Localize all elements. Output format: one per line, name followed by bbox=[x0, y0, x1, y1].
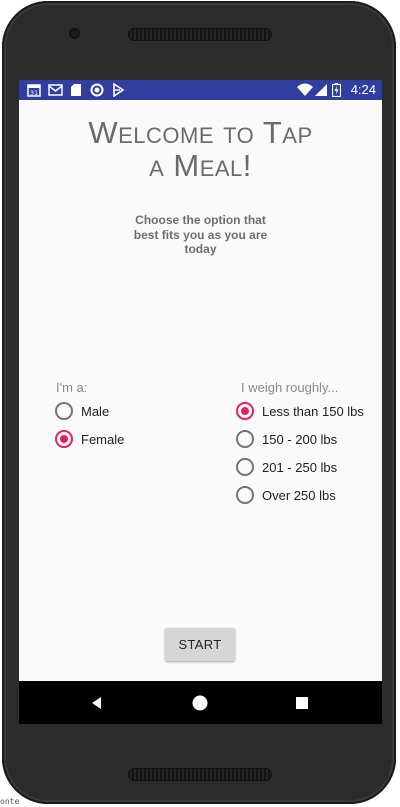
front-camera bbox=[69, 28, 80, 39]
background-text-fragment: onte bbox=[0, 797, 20, 806]
signal-icon bbox=[315, 84, 327, 96]
wifi-icon bbox=[297, 83, 313, 96]
weight-option-over-250[interactable]: Over 250 lbs bbox=[236, 484, 336, 506]
gender-option-label: Female bbox=[81, 431, 125, 447]
radio-button-201-250[interactable] bbox=[236, 458, 254, 476]
phone-frame: 31 4:24 Welcome to Tap a Meal! Choose th… bbox=[2, 1, 396, 804]
gmail-icon bbox=[48, 84, 63, 96]
play-store-icon bbox=[113, 83, 125, 97]
instruction-text: Choose the option that best fits you as … bbox=[133, 213, 268, 256]
calendar-day: 31 bbox=[30, 89, 38, 97]
weight-option-label: Less than 150 lbs bbox=[262, 403, 364, 419]
home-icon[interactable] bbox=[190, 693, 210, 713]
back-icon[interactable] bbox=[87, 693, 107, 713]
weight-option-150-200[interactable]: 150 - 200 lbs bbox=[236, 428, 337, 450]
weight-option-label: 201 - 250 lbs bbox=[262, 459, 338, 475]
start-button[interactable]: START bbox=[165, 628, 235, 661]
weight-option-label: 150 - 200 lbs bbox=[262, 431, 338, 447]
calendar-icon: 31 bbox=[27, 84, 41, 97]
page-title: Welcome to Tap a Meal! bbox=[19, 116, 382, 182]
radio-button-over-250[interactable] bbox=[236, 486, 254, 504]
weight-option-under-150[interactable]: Less than 150 lbs bbox=[236, 400, 364, 422]
gender-option-female[interactable]: Female bbox=[55, 428, 124, 450]
status-time: 4:24 bbox=[350, 82, 376, 97]
sync-circle-icon bbox=[90, 83, 104, 97]
gender-option-label: Male bbox=[81, 403, 110, 419]
status-bar: 31 4:24 bbox=[19, 80, 382, 100]
device-screen: 31 4:24 Welcome to Tap a Meal! Choose th… bbox=[19, 80, 382, 724]
battery-charging-icon bbox=[332, 83, 341, 97]
radio-button-male[interactable] bbox=[55, 402, 73, 420]
radio-button-150-200[interactable] bbox=[236, 430, 254, 448]
navigation-bar bbox=[19, 681, 382, 724]
weight-option-label: Over 250 lbs bbox=[262, 487, 336, 503]
radio-button-under-150[interactable] bbox=[236, 402, 254, 420]
title-line-2: a Meal! bbox=[149, 148, 252, 183]
gender-label: I'm a: bbox=[56, 380, 88, 395]
sd-card-icon bbox=[71, 84, 81, 96]
recents-icon[interactable] bbox=[292, 693, 312, 713]
gender-option-male[interactable]: Male bbox=[55, 400, 109, 422]
radio-button-female[interactable] bbox=[55, 430, 73, 448]
top-speaker bbox=[128, 28, 272, 41]
weight-option-201-250[interactable]: 201 - 250 lbs bbox=[236, 456, 337, 478]
bottom-speaker bbox=[128, 768, 272, 781]
title-line-1: Welcome to Tap bbox=[88, 115, 313, 150]
weight-label: I weigh roughly... bbox=[241, 380, 339, 395]
